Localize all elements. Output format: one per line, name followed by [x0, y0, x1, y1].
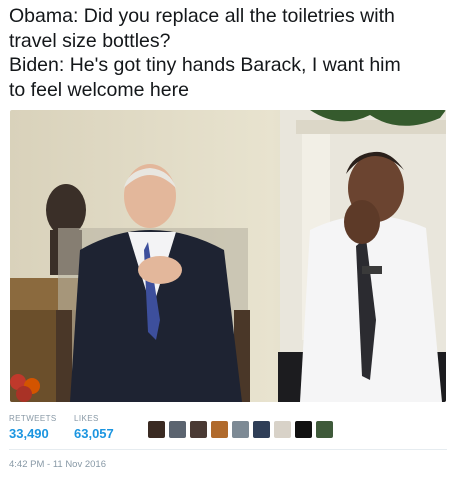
- liked-by-avatar[interactable]: [316, 421, 333, 438]
- retweets-count: 33,490: [9, 426, 49, 441]
- divider: [9, 449, 447, 450]
- liked-by-avatar[interactable]: [295, 421, 312, 438]
- liked-by-avatar[interactable]: [211, 421, 228, 438]
- tweet-text: Obama: Did you replace all the toiletrie…: [9, 4, 449, 102]
- tweet-line: travel size bottles?: [9, 29, 171, 52]
- tweet-timestamp[interactable]: 4:42 PM - 11 Nov 2016: [9, 459, 106, 470]
- liked-by-avatar[interactable]: [190, 421, 207, 438]
- liked-by-avatar[interactable]: [232, 421, 249, 438]
- liked-by-avatar[interactable]: [148, 421, 165, 438]
- tweet-line: to feel welcome here: [9, 78, 189, 101]
- tweet-photo[interactable]: [10, 110, 446, 402]
- likes-count: 63,057: [74, 426, 114, 441]
- retweets-stat[interactable]: RETWEETS 33,490: [9, 414, 57, 441]
- retweets-label: RETWEETS: [9, 414, 57, 423]
- liked-by-avatar[interactable]: [169, 421, 186, 438]
- likes-label: LIKES: [74, 414, 99, 423]
- liked-by-avatar[interactable]: [253, 421, 270, 438]
- tweet-line: Biden: He's got tiny hands Barack, I wan…: [9, 54, 401, 76]
- liked-by-avatar[interactable]: [274, 421, 291, 438]
- tweet-line: Obama: Did you replace all the toiletrie…: [9, 5, 395, 27]
- likes-stat[interactable]: LIKES 63,057: [74, 414, 114, 441]
- photo-image: [10, 110, 446, 402]
